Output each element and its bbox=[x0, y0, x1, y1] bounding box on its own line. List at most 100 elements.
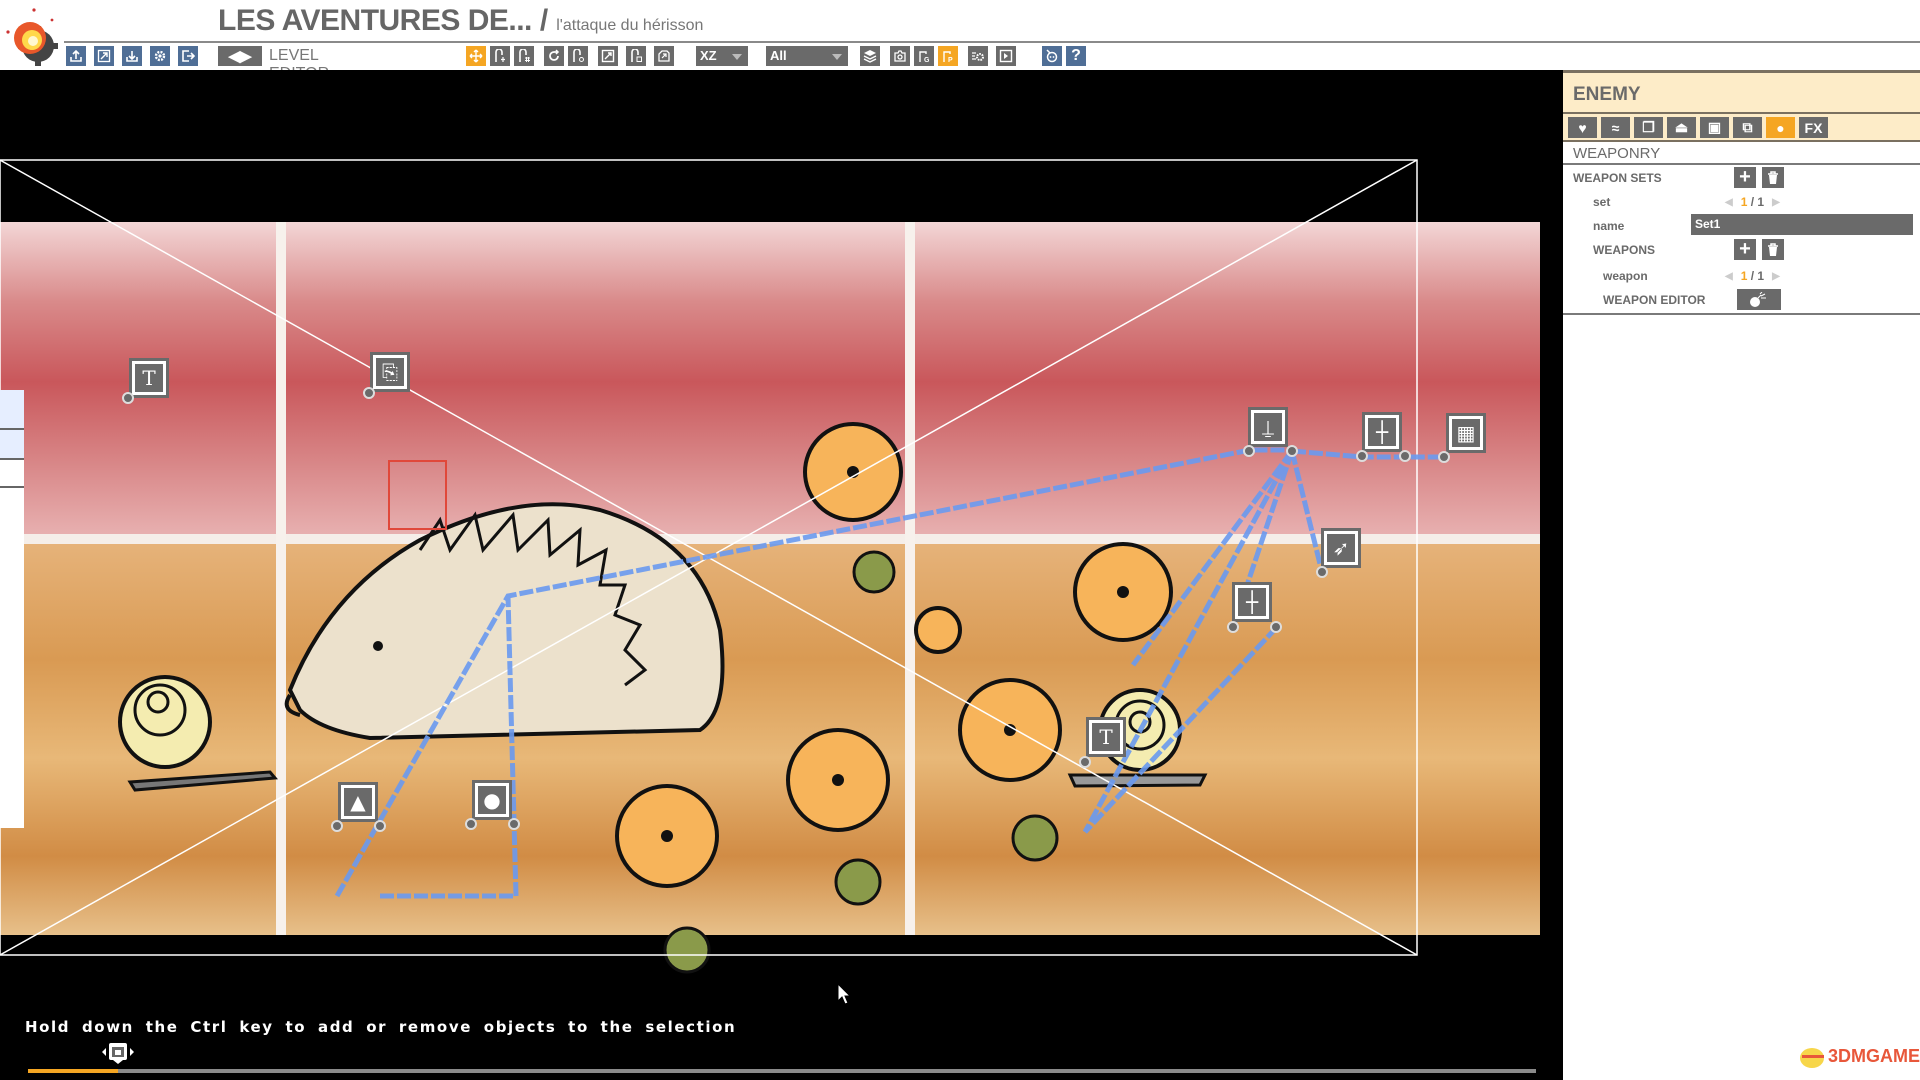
axis-select[interactable]: XZ bbox=[696, 46, 748, 66]
watermark-mascot-icon bbox=[1800, 1048, 1824, 1068]
svg-text:G: G bbox=[924, 57, 930, 63]
status-hint: Hold down the Ctrl key to add or remove … bbox=[25, 1018, 737, 1036]
import-button[interactable] bbox=[94, 46, 114, 66]
path-node-object[interactable]: ┼ bbox=[1362, 412, 1402, 452]
next-weapon-button[interactable]: ▶ bbox=[1772, 271, 1780, 282]
object-handle[interactable] bbox=[508, 818, 520, 830]
download-button[interactable] bbox=[122, 46, 142, 66]
object-handle[interactable] bbox=[465, 818, 477, 830]
tab-spawn[interactable]: ⏏ bbox=[1667, 117, 1696, 138]
joystick-object[interactable]: ⍊ bbox=[1248, 407, 1288, 447]
paste-button[interactable]: P bbox=[938, 46, 958, 66]
side-panel-row[interactable] bbox=[0, 430, 24, 460]
exit-button[interactable] bbox=[178, 46, 198, 66]
tab-health[interactable]: ♥ bbox=[1568, 117, 1597, 138]
filter-select[interactable]: All bbox=[766, 46, 848, 66]
set-name-input[interactable] bbox=[1691, 214, 1913, 235]
object-handle[interactable] bbox=[1079, 756, 1091, 768]
rotate-snap-tool-button[interactable] bbox=[568, 46, 588, 66]
rotate-tool-button[interactable] bbox=[544, 46, 564, 66]
plus-icon: + bbox=[1739, 166, 1751, 188]
object-handle[interactable] bbox=[1356, 450, 1368, 462]
object-handle[interactable] bbox=[374, 820, 386, 832]
move-tool-button[interactable] bbox=[466, 46, 486, 66]
play-button[interactable] bbox=[996, 46, 1016, 66]
tab-copies[interactable]: ❐ bbox=[1634, 117, 1663, 138]
object-handle[interactable] bbox=[1227, 621, 1239, 633]
text-object[interactable]: T bbox=[1086, 717, 1126, 757]
heart-icon: ♥ bbox=[1578, 119, 1587, 136]
timeline-progress bbox=[28, 1069, 118, 1073]
paste-global-button[interactable]: G bbox=[914, 46, 934, 66]
scale-snap-tool-button[interactable] bbox=[626, 46, 646, 66]
help-button[interactable]: ? bbox=[1066, 46, 1086, 66]
add-weapon-set-button[interactable]: + bbox=[1734, 166, 1756, 188]
add-weapon-button[interactable]: + bbox=[1734, 238, 1756, 260]
transform-tool-button[interactable] bbox=[654, 46, 674, 66]
bomb-object[interactable]: ● bbox=[472, 780, 512, 820]
weapon-total: 1 bbox=[1757, 269, 1765, 283]
spawner-icon: ▲ bbox=[344, 788, 372, 816]
side-panel-row[interactable] bbox=[0, 460, 24, 488]
spawn-icon: ⏏ bbox=[1674, 119, 1689, 135]
layers-button[interactable] bbox=[860, 46, 880, 66]
move-pivot-tool-button[interactable] bbox=[490, 46, 510, 66]
mouse-cursor-icon bbox=[837, 983, 851, 1005]
object-handle[interactable] bbox=[122, 392, 134, 404]
title-row: LES AVENTURES DE... / l'attaque du héris… bbox=[218, 4, 703, 40]
object-handle[interactable] bbox=[363, 387, 375, 399]
settings-button[interactable] bbox=[150, 46, 170, 66]
tab-clone[interactable]: ⧉ bbox=[1733, 117, 1762, 138]
delete-weapon-button[interactable] bbox=[1762, 239, 1784, 260]
path-gear-icon bbox=[972, 52, 984, 61]
text-object[interactable]: T bbox=[129, 358, 169, 398]
level-canvas[interactable]: T ⎘ ▲ ● ⍊ ┼ ▦ ➶ ┼ T bbox=[0, 70, 1563, 1080]
checkpoint-object[interactable]: ▦ bbox=[1446, 413, 1486, 453]
object-handle[interactable] bbox=[331, 820, 343, 832]
prev-set-button[interactable]: ◀ bbox=[1725, 197, 1733, 208]
watermark-text: 3DMGAME bbox=[1828, 1046, 1920, 1066]
rocket-object[interactable]: ➶ bbox=[1321, 528, 1361, 568]
screenshot-button[interactable] bbox=[890, 46, 910, 66]
object-handle[interactable] bbox=[1243, 445, 1255, 457]
help-icon: ? bbox=[1071, 47, 1081, 64]
swap-arrows-icon: ◀▶ bbox=[228, 48, 252, 65]
tab-fx[interactable]: FX bbox=[1799, 117, 1828, 138]
app-logo-icon bbox=[6, 8, 58, 66]
set-label: set bbox=[1593, 195, 1611, 209]
path-settings-button[interactable] bbox=[968, 46, 988, 66]
panel-header: ENEMY bbox=[1563, 70, 1920, 112]
object-handle[interactable] bbox=[1286, 445, 1298, 457]
object-handle[interactable] bbox=[1438, 451, 1450, 463]
object-handle[interactable] bbox=[1270, 621, 1282, 633]
plus-icon: + bbox=[1739, 238, 1751, 260]
camera-object[interactable]: ⎘ bbox=[370, 352, 410, 392]
timeline-scrubber[interactable] bbox=[96, 1040, 140, 1064]
mode-toggle-button[interactable]: ◀▶ bbox=[218, 46, 262, 66]
open-weapon-editor-button[interactable] bbox=[1737, 289, 1781, 310]
prev-weapon-button[interactable]: ◀ bbox=[1725, 271, 1733, 282]
export-button[interactable] bbox=[66, 46, 86, 66]
scale-snap-icon bbox=[631, 49, 642, 62]
delete-weapon-set-button[interactable] bbox=[1762, 167, 1784, 188]
level-name: l'attaque du hérisson bbox=[556, 17, 704, 34]
object-handle[interactable] bbox=[1399, 450, 1411, 462]
settings-gear-icon bbox=[154, 50, 166, 62]
tab-weaponry[interactable]: ● bbox=[1766, 117, 1795, 138]
side-panel-row[interactable] bbox=[0, 390, 24, 430]
next-set-button[interactable]: ▶ bbox=[1772, 197, 1780, 208]
tab-bounds[interactable]: ▣ bbox=[1700, 117, 1729, 138]
tab-movement[interactable]: ≈ bbox=[1601, 117, 1630, 138]
spawner-object[interactable]: ▲ bbox=[338, 782, 378, 822]
grid-snap-tool-button[interactable] bbox=[514, 46, 534, 66]
path-node-object[interactable]: ┼ bbox=[1232, 582, 1272, 622]
collapsed-side-panel[interactable] bbox=[0, 390, 24, 828]
filter-select-value: All bbox=[770, 48, 787, 63]
bomb-icon: ● bbox=[478, 786, 506, 814]
timeline-track[interactable] bbox=[28, 1069, 1536, 1073]
chevron-down-icon bbox=[832, 54, 842, 60]
object-handle[interactable] bbox=[1316, 566, 1328, 578]
header-divider bbox=[64, 41, 1920, 43]
scale-tool-button[interactable] bbox=[598, 46, 618, 66]
feedback-button[interactable] bbox=[1042, 46, 1062, 66]
